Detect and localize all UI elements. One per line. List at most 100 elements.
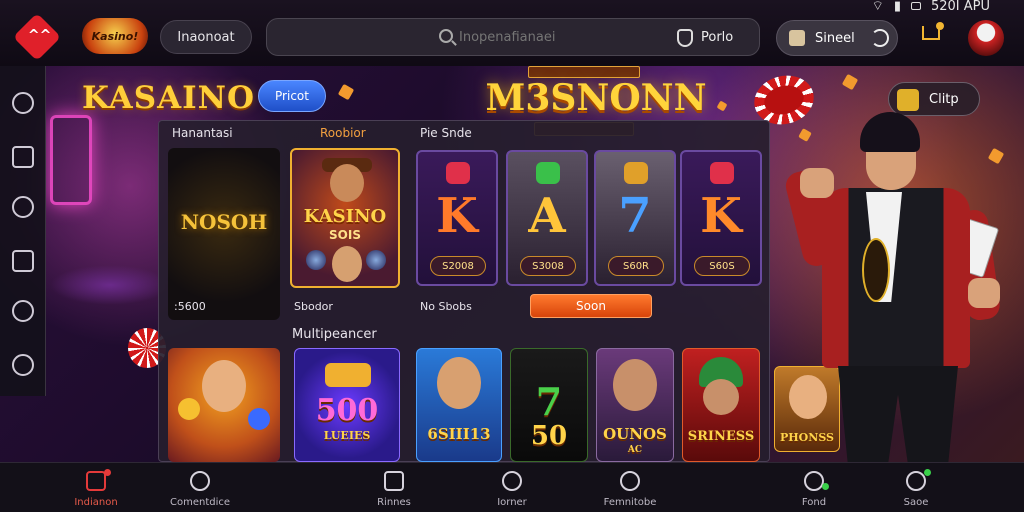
- nav-item-home[interactable]: Indianon: [46, 463, 146, 512]
- game-card[interactable]: 500 LUEIES: [294, 348, 400, 462]
- nav-item-games[interactable]: Rinnes: [344, 463, 444, 512]
- nav-label: Indianon: [74, 497, 118, 508]
- game-card-title: 500: [315, 393, 379, 428]
- casino-table: [50, 265, 170, 305]
- character-fist: [800, 168, 834, 198]
- character-emblem: [862, 238, 890, 302]
- nav-label: Fond: [801, 497, 827, 508]
- coin-icon: [178, 398, 200, 420]
- bag-icon: [789, 30, 805, 46]
- game-card[interactable]: 7 50: [510, 348, 588, 462]
- top-bar: ⌔ ▮ 520I APU ^^ Kasino! Inaonoat Porlo S…: [0, 0, 1024, 66]
- gem-icon: [624, 162, 648, 184]
- search-right-label[interactable]: Porlo: [701, 30, 733, 45]
- coin-icon: [306, 250, 326, 270]
- character-face: [202, 360, 246, 412]
- game-card[interactable]: OUNOS AC: [596, 348, 674, 462]
- home-icon: [86, 471, 106, 491]
- coin-icon: [366, 250, 386, 270]
- clip-button[interactable]: Clitp: [888, 82, 980, 116]
- bottom-nav: Indianon Comentdice Rinnes Iorner Femnit…: [0, 462, 1024, 512]
- person-icon: [502, 471, 522, 491]
- notification-badge: [822, 483, 829, 490]
- gift-icon: [897, 89, 919, 111]
- slots-caption: No Sbobs: [420, 300, 472, 313]
- nav-item-search[interactable]: Comentdice: [150, 463, 250, 512]
- nav-item-profile[interactable]: Iorner: [462, 463, 562, 512]
- game-title: M3SNONN: [485, 77, 707, 119]
- block-icon[interactable]: [12, 196, 34, 218]
- slot-reel[interactable]: A S3008: [506, 150, 588, 286]
- cart-badge: [936, 22, 944, 30]
- slot-reel[interactable]: 7 S60R: [594, 150, 676, 286]
- reel-value: S2008: [430, 256, 486, 276]
- location-icon: [804, 471, 824, 491]
- app-logo-icon[interactable]: ^^: [12, 12, 62, 62]
- shield-icon: [677, 29, 693, 47]
- game-card-title: 50: [530, 421, 568, 451]
- character-face: [330, 164, 364, 202]
- game-card-subtitle: AC: [627, 445, 643, 455]
- heart-icon: [620, 471, 640, 491]
- game-card-subtitle: SOIS: [329, 228, 361, 242]
- reel-symbol: K: [436, 188, 478, 244]
- game-card-title: NOSOH: [180, 210, 268, 234]
- game-card[interactable]: 6SIII13: [416, 348, 502, 462]
- brand-logo[interactable]: Kasino!: [82, 18, 148, 54]
- nav-label: Rinnes: [377, 497, 411, 508]
- gem-icon: [446, 162, 470, 184]
- signal-icon: ▮: [893, 0, 901, 14]
- nav-label: Saoe: [903, 497, 929, 508]
- game-card[interactable]: PHONSS: [774, 366, 840, 452]
- game-card-caption: :5600: [174, 300, 206, 313]
- export-icon[interactable]: [12, 146, 34, 168]
- lucky-seven-icon: 7: [535, 379, 563, 424]
- side-rail: [0, 66, 46, 396]
- refresh-icon[interactable]: [12, 92, 34, 114]
- notification-badge: [924, 469, 931, 476]
- hero-title: KASAINO: [82, 80, 256, 116]
- spin-button[interactable]: Soon: [530, 294, 652, 318]
- nav-label: Comentdice: [169, 497, 231, 508]
- section-label: Multipeancer: [292, 327, 377, 342]
- share-icon[interactable]: [12, 250, 34, 272]
- search-icon: [906, 471, 926, 491]
- notification-badge: [104, 469, 111, 476]
- settings-icon[interactable]: [12, 300, 34, 322]
- character-face: [437, 357, 481, 409]
- search-input[interactable]: [459, 27, 659, 47]
- section-label: Pie Snde: [420, 126, 472, 140]
- nav-item-favorites[interactable]: Femnitobe: [580, 463, 680, 512]
- nav-label: Femnitobe: [603, 497, 657, 508]
- game-card[interactable]: NOSOH: [168, 148, 280, 320]
- game-card[interactable]: SRINESS: [682, 348, 760, 462]
- game-card-title: 6SIII13: [427, 425, 491, 443]
- avatar[interactable]: [968, 20, 1004, 56]
- nav-item-find[interactable]: Fond: [764, 463, 864, 512]
- game-card[interactable]: KASINO SOIS: [290, 148, 400, 288]
- refresh-icon[interactable]: [871, 29, 889, 47]
- game-card-subtitle: LUEIES: [323, 429, 371, 442]
- slot-reel[interactable]: K S60S: [680, 150, 762, 286]
- hero-cta-button[interactable]: Pricot: [258, 80, 326, 112]
- slot-reel[interactable]: K S2008: [416, 150, 498, 286]
- nav-label: Iorner: [497, 497, 527, 508]
- character-face: [789, 375, 827, 419]
- battery-icon: [910, 2, 921, 10]
- reel-value: S60S: [694, 256, 750, 276]
- reel-symbol: 7: [618, 188, 652, 244]
- nav-item-save[interactable]: Saoe: [866, 463, 966, 512]
- account-button[interactable]: Sineel: [776, 20, 898, 56]
- game-card-title: KASINO: [303, 206, 387, 227]
- character-face: [703, 379, 739, 415]
- game-card-title: SRINESS: [687, 429, 755, 444]
- camera-icon[interactable]: [12, 354, 34, 376]
- character-face: [332, 246, 362, 282]
- language-pill[interactable]: Inaonoat: [160, 20, 252, 54]
- game-card[interactable]: [168, 348, 280, 462]
- reel-symbol: A: [528, 188, 566, 244]
- character-hand: [968, 278, 1000, 308]
- gem-icon: [536, 162, 560, 184]
- gem-icon: [710, 162, 734, 184]
- search-bar[interactable]: Porlo: [266, 18, 760, 56]
